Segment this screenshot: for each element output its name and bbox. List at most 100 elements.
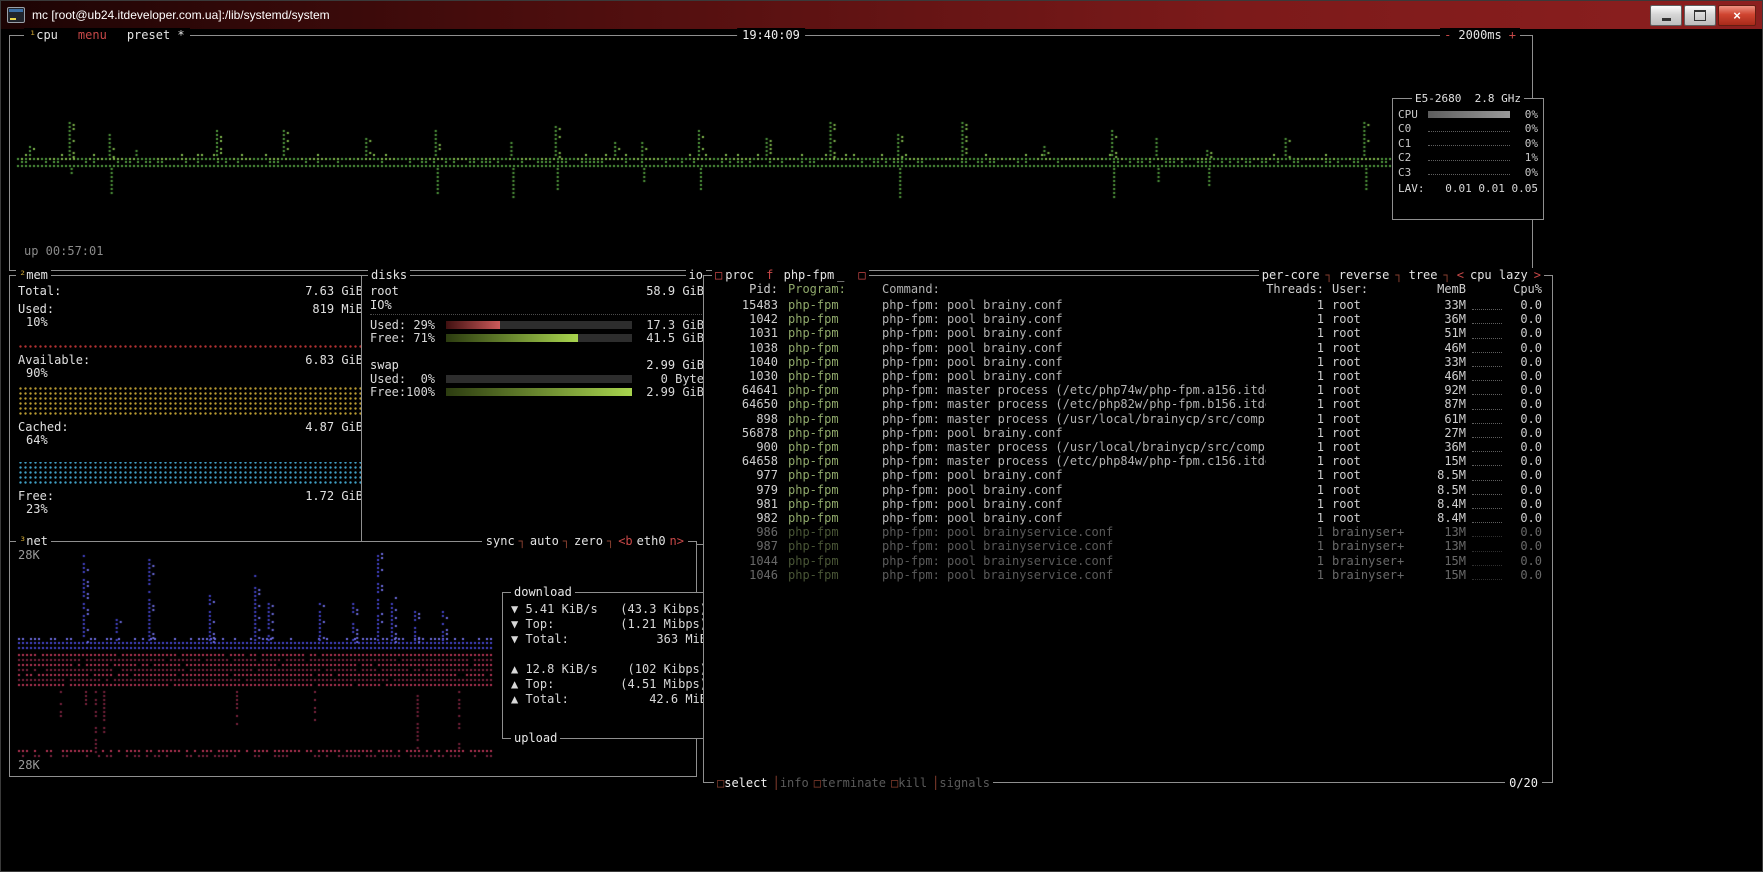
proc-row[interactable]: 982php-fpmphp-fpm: pool brainy.conf1root… <box>714 511 1542 525</box>
close-button[interactable]: × <box>1718 5 1756 26</box>
sort-prev-button[interactable]: < <box>1457 268 1464 282</box>
proc-user: brainyser+ <box>1332 525 1418 539</box>
auto-button[interactable]: auto <box>530 534 559 548</box>
proc-program: php-fpm <box>788 440 882 454</box>
proc-row[interactable]: 900php-fpmphp-fpm: master process (/usr/… <box>714 440 1542 454</box>
proc-mem: 8.4M <box>1418 511 1466 525</box>
proc-pid: 1030 <box>714 369 778 383</box>
interval-increase-button[interactable]: + <box>1509 28 1516 42</box>
proc-mem: 8.5M <box>1418 468 1466 482</box>
proc-row[interactable]: 64650php-fpmphp-fpm: master process (/et… <box>714 397 1542 411</box>
proc-program: php-fpm <box>788 454 882 468</box>
proc-row[interactable]: 979php-fpmphp-fpm: pool brainy.conf1root… <box>714 483 1542 497</box>
cpu-core-list: CPU0%C00%C10%C21%C30% <box>1398 107 1538 180</box>
proc-command: php-fpm: pool brainy.conf <box>882 426 1266 440</box>
proc-row[interactable]: 981php-fpmphp-fpm: pool brainy.conf1root… <box>714 497 1542 511</box>
upload-total-row: ▲ Total:42.6 MiB <box>511 692 707 707</box>
header-cpu[interactable]: Cpu% <box>1508 282 1542 297</box>
proc-program: php-fpm <box>788 341 882 355</box>
download-total-label: ▼ Total: <box>511 632 569 647</box>
proc-user: root <box>1332 298 1418 312</box>
header-threads[interactable]: Threads: <box>1266 282 1324 297</box>
proc-mem: 15M <box>1418 454 1466 468</box>
disk-usage-bar <box>446 375 632 383</box>
mem-graph-fill <box>18 462 363 485</box>
zero-button[interactable]: zero <box>574 534 603 548</box>
proc-cpu-sparkline <box>1472 308 1502 310</box>
toggle-per-core[interactable]: per-core <box>1262 268 1320 282</box>
proc-row[interactable]: 1030php-fpmphp-fpm: pool brainy.conf1roo… <box>714 369 1542 383</box>
proc-filter-input[interactable]: php-fpm <box>776 268 834 282</box>
header-user[interactable]: User: <box>1332 282 1418 297</box>
proc-action-label: info <box>780 776 809 790</box>
proc-row[interactable]: 64658php-fpmphp-fpm: master process (/et… <box>714 454 1542 468</box>
proc-row[interactable]: 1044php-fpmphp-fpm: pool brainyservice.c… <box>714 554 1542 568</box>
sensor-row: CPU0% <box>1398 107 1538 122</box>
proc-cpu: 0.0 <box>1508 440 1542 454</box>
maximize-button[interactable] <box>1684 5 1716 26</box>
proc-cpu: 0.0 <box>1508 412 1542 426</box>
proc-mem: 15M <box>1418 568 1466 582</box>
upload-rate-row: ▲ 12.8 KiB/s(102 Kibps) <box>511 662 707 677</box>
iface-prev-button[interactable]: <b <box>618 534 632 548</box>
header-pid[interactable]: Pid: <box>714 282 778 297</box>
proc-cpu: 0.0 <box>1508 326 1542 340</box>
proc-row[interactable]: 56878php-fpmphp-fpm: pool brainy.conf1ro… <box>714 426 1542 440</box>
proc-row[interactable]: 1042php-fpmphp-fpm: pool brainy.conf1roo… <box>714 312 1542 326</box>
proc-action-select[interactable]: □select <box>717 776 768 790</box>
proc-row[interactable]: 15483php-fpmphp-fpm: pool brainy.conf1ro… <box>714 298 1542 312</box>
proc-cpu: 0.0 <box>1508 525 1542 539</box>
proc-action-terminate[interactable]: □terminate <box>814 776 886 790</box>
proc-cpu: 0.0 <box>1508 369 1542 383</box>
proc-row[interactable]: 986php-fpmphp-fpm: pool brainyservice.co… <box>714 525 1542 539</box>
proc-row[interactable]: 1031php-fpmphp-fpm: pool brainy.conf1roo… <box>714 326 1542 340</box>
proc-row[interactable]: 977php-fpmphp-fpm: pool brainy.conf1root… <box>714 468 1542 482</box>
proc-user: root <box>1332 426 1418 440</box>
proc-threads: 1 <box>1266 355 1324 369</box>
toggle-reverse[interactable]: reverse <box>1339 268 1390 282</box>
menu-button[interactable]: menu <box>76 28 109 42</box>
header-command[interactable]: Command: <box>882 282 1266 297</box>
filter-hotkey[interactable]: f <box>766 268 773 282</box>
proc-user: root <box>1332 497 1418 511</box>
upload-total-label: ▲ Total: <box>511 692 569 707</box>
proc-row[interactable]: 987php-fpmphp-fpm: pool brainyservice.co… <box>714 539 1542 553</box>
download-total-value: 363 MiB <box>656 632 707 647</box>
border-box-icon: □ <box>858 268 865 282</box>
sort-next-button[interactable]: > <box>1534 268 1541 282</box>
proc-cpu-sparkline <box>1472 422 1502 424</box>
proc-row[interactable]: 1046php-fpmphp-fpm: pool brainyservice.c… <box>714 568 1542 582</box>
proc-action-signals[interactable]: │signals <box>932 776 990 790</box>
minimize-button[interactable] <box>1650 5 1682 26</box>
proc-mem: 15M <box>1418 554 1466 568</box>
proc-pid: 1040 <box>714 355 778 369</box>
proc-mem: 36M <box>1418 440 1466 454</box>
proc-pid: 1044 <box>714 554 778 568</box>
preset-button[interactable]: preset * <box>125 28 187 42</box>
interval-decrease-button[interactable]: - <box>1444 28 1451 42</box>
proc-row[interactable]: 64641php-fpmphp-fpm: master process (/et… <box>714 383 1542 397</box>
proc-pid: 64641 <box>714 383 778 397</box>
proc-toolbar: per-core ┐ reverse ┐ tree ┐ < cpu lazy > <box>1259 268 1544 282</box>
disk-name: root <box>370 284 399 298</box>
load-average-label: LAV: <box>1398 182 1425 195</box>
header-program[interactable]: Program: <box>788 282 882 297</box>
proc-row[interactable]: 1038php-fpmphp-fpm: pool brainy.conf1roo… <box>714 341 1542 355</box>
proc-pid: 981 <box>714 497 778 511</box>
proc-action-info[interactable]: │info <box>773 776 809 790</box>
proc-cpu: 0.0 <box>1508 539 1542 553</box>
upload-top-row: ▲ Top:(4.51 Mibps) <box>511 677 707 692</box>
proc-pid: 1031 <box>714 326 778 340</box>
iface-next-button[interactable]: n> <box>670 534 684 548</box>
proc-cpu-sparkline <box>1472 535 1502 537</box>
border-corner-icon: ┐ <box>1444 268 1451 282</box>
titlebar[interactable]: mc [root@ub24.itdeveloper.com.ua]:/lib/s… <box>1 1 1762 29</box>
proc-action-kill[interactable]: □kill <box>891 776 927 790</box>
toggle-tree[interactable]: tree <box>1409 268 1438 282</box>
sync-button[interactable]: sync <box>486 534 515 548</box>
proc-cpu-sparkline <box>1472 450 1502 452</box>
proc-row[interactable]: 898php-fpmphp-fpm: master process (/usr/… <box>714 412 1542 426</box>
header-mem[interactable]: MemB <box>1418 282 1466 297</box>
download-total-row: ▼ Total: 363 MiB <box>511 632 707 647</box>
proc-row[interactable]: 1040php-fpmphp-fpm: pool brainy.conf1roo… <box>714 355 1542 369</box>
